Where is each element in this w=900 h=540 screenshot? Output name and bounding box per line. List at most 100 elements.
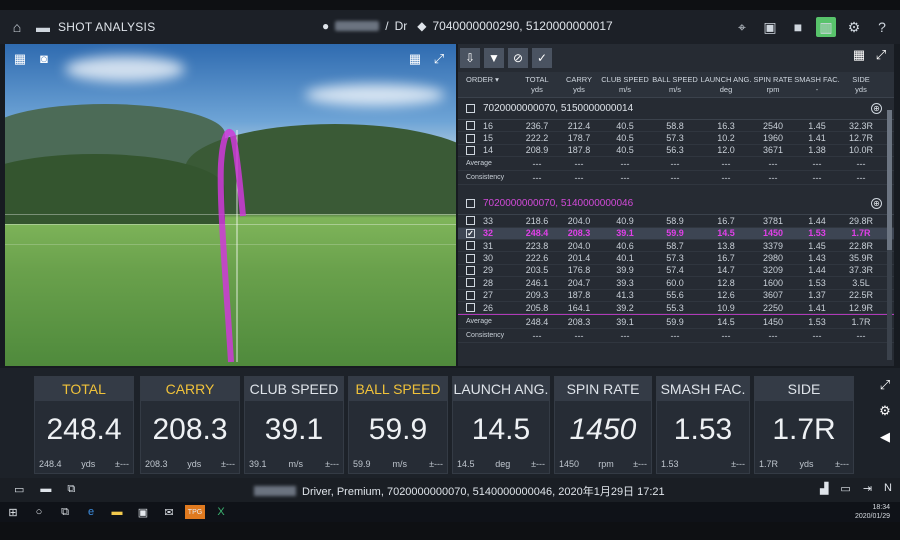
row-checkbox[interactable] — [466, 216, 475, 226]
table-cell: 14.7 — [717, 265, 735, 276]
table-scrollbar[interactable] — [887, 110, 892, 360]
view-overlay-icon[interactable]: ⧉ — [67, 483, 75, 496]
layout-icon[interactable]: ▦ — [852, 48, 866, 62]
table-row[interactable]: 14 208.9 187.8 40.5 56.3 12.0 3671 1.38 10.0R — [458, 145, 894, 158]
table-cell: 39.3 — [616, 277, 634, 288]
filter-icon[interactable]: ▼ — [484, 48, 504, 68]
sort-icon[interactable]: ⇩ — [460, 48, 480, 68]
table-row[interactable]: 28 246.1 204.7 39.3 60.0 12.8 1600 1.53 3.5L — [458, 277, 894, 290]
col-header-order[interactable]: ORDER ▾ — [458, 72, 516, 97]
table-cell: 40.5 — [616, 133, 634, 144]
table-cell: 10.0R — [848, 145, 874, 156]
expand-icon[interactable]: ⤢ — [874, 48, 888, 62]
check-icon[interactable]: ✓ — [532, 48, 552, 68]
app-window: ⌂ ▬ SHOT ANALYSIS ● / Dr ◆ 7040000000290… — [0, 10, 900, 522]
col-header-launch-angle[interactable]: LAUNCH ANG. deg — [700, 72, 752, 97]
tpg-app-icon[interactable]: TPG — [185, 505, 205, 519]
task-view-icon[interactable]: ⧉ — [52, 502, 78, 522]
view-single-icon[interactable]: ▬ — [40, 483, 51, 496]
globe-icon[interactable]: ⊕ — [871, 198, 882, 210]
expand-icon[interactable]: ⤢ — [432, 52, 446, 66]
metric-card: SPIN RATE 1450 1450 rpm ±--- — [554, 376, 652, 474]
row-checkbox[interactable] — [466, 121, 475, 131]
row-checkbox[interactable] — [466, 290, 475, 300]
group-header[interactable]: 7020000000070, 5150000000014 ⊕ — [458, 98, 894, 120]
table-row[interactable]: 31 223.8 204.0 40.6 58.7 13.8 3379 1.45 22.8R — [458, 240, 894, 253]
user-icon: ● — [322, 19, 330, 33]
table-body: 7020000000070, 5150000000014 ⊕ 16 236.7 212.… — [458, 98, 894, 344]
table-row[interactable]: 26 205.8 164.1 39.2 55.3 10.9 2250 1.41 12.9R — [458, 302, 894, 315]
table-cell: 208.3 — [567, 228, 591, 239]
layout-icon[interactable]: ▦ — [408, 52, 422, 66]
stat-cell: --- — [721, 158, 731, 169]
app-title: SHOT ANALYSIS — [58, 20, 156, 34]
folder-icon[interactable]: ▬ — [34, 18, 52, 36]
group-checkbox[interactable] — [466, 104, 475, 113]
capture-icon[interactable]: ▣ — [760, 17, 780, 37]
row-checkbox[interactable] — [466, 145, 475, 155]
col-header-spin-rate[interactable]: SPIN RATE rpm — [752, 72, 794, 97]
sound-icon[interactable]: ◀ — [878, 430, 892, 444]
col-header-total[interactable]: TOTAL yds — [516, 72, 558, 97]
group-header[interactable]: 7020000000070, 5140000000046 ⊕ — [458, 193, 894, 216]
col-header-club-speed[interactable]: CLUB SPEED m/s — [600, 72, 650, 97]
row-checkbox[interactable]: ✓ — [466, 228, 475, 238]
col-header-ball-speed[interactable]: BALL SPEED m/s — [650, 72, 700, 97]
excel-icon[interactable]: X — [208, 502, 234, 522]
metric-unit: yds — [799, 459, 814, 469]
table-row[interactable]: 15 222.2 178.7 40.5 57.3 10.2 1960 1.41 12.7R — [458, 132, 894, 145]
table-row[interactable]: 29 203.5 176.8 39.9 57.4 14.7 3209 1.44 37.3R — [458, 265, 894, 278]
export-icon[interactable]: ⇥ — [863, 482, 872, 495]
table-row[interactable]: 33 218.6 204.0 40.9 58.9 16.7 3781 1.44 29.8R — [458, 215, 894, 228]
table-cell: 22.5R — [848, 290, 874, 301]
table-row[interactable]: 16 236.7 212.4 40.5 58.8 16.3 2540 1.45 32.3R — [458, 120, 894, 133]
col-header-side[interactable]: SIDE yds — [840, 72, 882, 97]
scrollbar-thumb[interactable] — [887, 110, 892, 250]
gear-icon[interactable]: ⚙ — [878, 404, 892, 418]
home-icon[interactable]: ⌂ — [8, 18, 26, 36]
camera-icon[interactable]: ◙ — [37, 52, 51, 66]
edge-icon[interactable]: e — [78, 502, 104, 522]
average-label: Average — [466, 160, 492, 168]
table-cell: 12.7R — [848, 133, 874, 144]
system-clock[interactable]: 18:34 2020/01/29 — [855, 503, 890, 521]
row-checkbox[interactable] — [466, 241, 475, 251]
col-header-smash-factor[interactable]: SMASH FAC. - — [794, 72, 840, 97]
north-icon[interactable]: N — [884, 482, 892, 495]
search-icon[interactable]: ○ — [26, 502, 52, 522]
group-checkbox[interactable] — [466, 199, 475, 209]
help-icon[interactable]: ? — [872, 17, 892, 37]
split-view-icon[interactable]: ▥ — [816, 17, 836, 37]
table-cell: 236.7 — [525, 120, 549, 131]
row-checkbox[interactable] — [466, 303, 475, 313]
target-icon[interactable]: ⌖ — [732, 17, 752, 37]
row-checkbox[interactable] — [466, 278, 475, 288]
col-header-carry[interactable]: CARRY yds — [558, 72, 600, 97]
windows-start-icon[interactable]: ⊞ — [0, 502, 26, 522]
file-explorer-icon[interactable]: ▬ — [104, 502, 130, 522]
gear-icon[interactable]: ⚙ — [844, 17, 864, 37]
row-checkbox[interactable] — [466, 265, 475, 275]
hide-icon[interactable]: ⊘ — [508, 48, 528, 68]
expand-icon[interactable]: ⤢ — [878, 378, 892, 392]
shot-view[interactable]: ▦ ◙ ▦ ⤢ — [5, 44, 456, 366]
mail-icon[interactable]: ✉ — [156, 502, 182, 522]
comment-icon[interactable]: ▭ — [840, 482, 850, 495]
table-row[interactable]: ✓ 32 248.4 208.3 39.1 59.9 14.5 1450 1.53 1.7R — [458, 227, 894, 240]
row-checkbox[interactable] — [466, 133, 475, 143]
table-cell: 55.3 — [666, 302, 684, 313]
camera-icon[interactable]: ■ — [788, 17, 808, 37]
metric-sub: 59.9 m/s ±--- — [353, 459, 443, 469]
stat-cell: --- — [856, 158, 866, 169]
row-checkbox[interactable] — [466, 253, 475, 263]
grid-icon[interactable]: ▦ — [13, 52, 27, 66]
consistency-label: Consistency — [466, 332, 505, 340]
title-tools: ⌖ ▣ ■ ▥ ⚙ ? — [732, 17, 892, 37]
view-split-icon[interactable]: ▭ — [14, 483, 24, 496]
store-icon[interactable]: ▣ — [130, 502, 156, 522]
table-row[interactable]: 27 209.3 187.8 41.3 55.6 12.6 3607 1.37 22.5R — [458, 290, 894, 302]
chart-icon[interactable]: ▟ — [820, 482, 828, 495]
metric-deviation: ±--- — [531, 459, 545, 469]
table-row[interactable]: 30 222.6 201.4 40.1 57.3 16.7 2980 1.43 35.9R — [458, 252, 894, 265]
globe-icon[interactable]: ⊕ — [871, 103, 882, 114]
